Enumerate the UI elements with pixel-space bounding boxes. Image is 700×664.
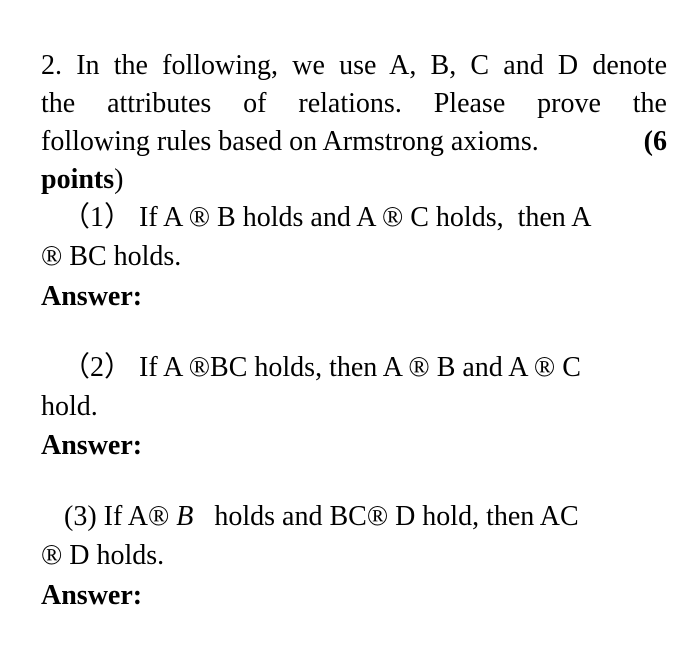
question-intro-line-2: the attributes of relations. Please prov… (41, 88, 667, 119)
part-1-answer-label: Answer: (41, 281, 143, 312)
document-page: { "question": { "intro_lines": [ "2. In … (0, 0, 700, 664)
points-line: points) (41, 161, 123, 199)
question-intro-line-3: following rules based on Armstrong axiom… (41, 123, 667, 161)
question-intro-line-1: 2. In the following, we use A, B, C and … (41, 50, 667, 81)
part-3-text-pre: (3) If A® (64, 501, 177, 532)
part-2-answer-label: Answer: (41, 430, 143, 461)
part-2-statement-line-2: hold. (41, 391, 98, 422)
part-1-statement-line-1: （1） If A ® B holds and A ® C holds, then… (62, 202, 592, 233)
part-3-text-italic: B (176, 501, 194, 532)
part-3-answer-label: Answer: (41, 580, 143, 611)
part-3-statement-line-2: ® D holds. (41, 540, 165, 571)
part-2-statement-line-1: （2） If A ®BC holds, then A ® B and A ® C (62, 352, 581, 383)
points-value: (6 (643, 126, 667, 157)
points-close-paren: ) (114, 164, 124, 195)
part-3-statement-line-1: (3) If A® B holds and BC® D hold, then A… (64, 498, 579, 536)
points-label: points (41, 164, 115, 195)
part-1-statement-line-2: ® BC holds. (41, 241, 182, 272)
question-intro-text: following rules based on Armstrong axiom… (41, 126, 539, 157)
part-3-text-post: holds and BC® D hold, then AC (193, 501, 579, 532)
